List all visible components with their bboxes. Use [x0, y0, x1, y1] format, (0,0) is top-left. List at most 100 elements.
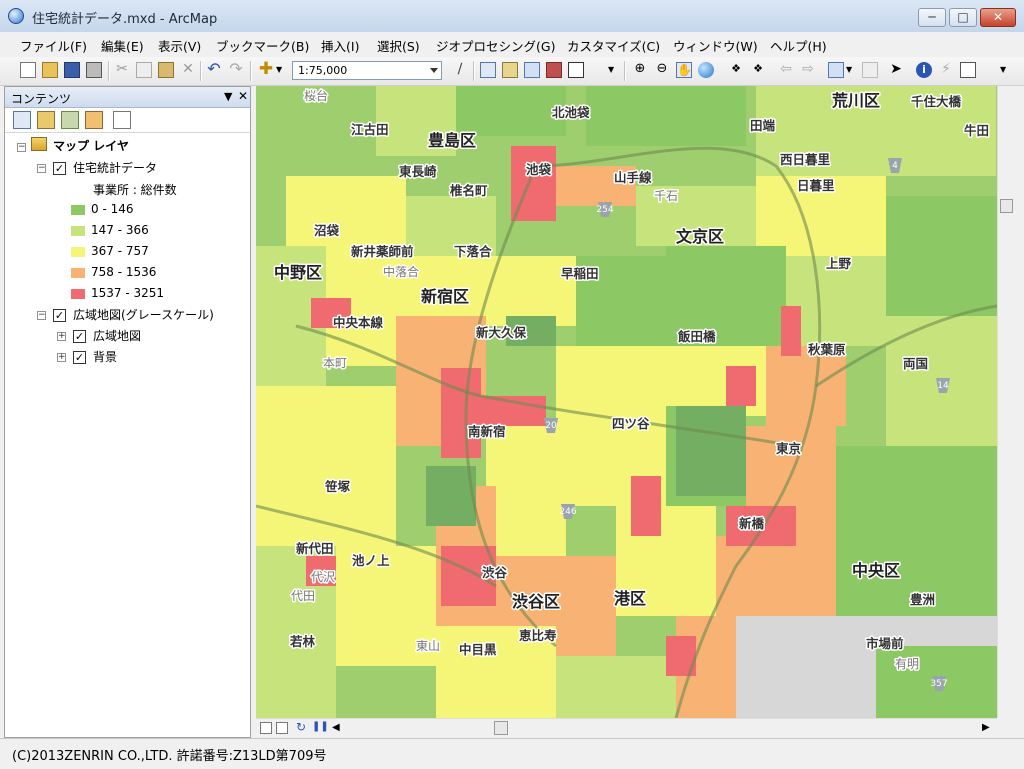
cut-icon[interactable]: ✂ — [114, 62, 130, 78]
arctoolbox-icon[interactable] — [546, 62, 562, 78]
pan-hand-icon[interactable]: ✋ — [676, 62, 692, 78]
station-label: 山手線 — [614, 170, 652, 185]
table-of-contents-icon[interactable] — [480, 62, 496, 78]
map-canvas[interactable]: 254 4 20 14 246 357 豊島区 荒川区 文京区 中野区 新宿区 … — [256, 86, 997, 718]
station-label: 笹塚 — [324, 479, 351, 494]
map-scale-combobox[interactable]: 1:75,000 — [292, 61, 442, 80]
menu-edit[interactable]: 編集(E) — [101, 36, 144, 55]
editor-toolbar-icon[interactable]: ∕ — [452, 62, 468, 78]
housing-stats-checkbox[interactable]: ✓ — [53, 162, 66, 175]
map-horizontal-scrollbar[interactable]: ↻ ❚❚ ◀ ▶ — [256, 718, 997, 737]
wide-area-map-checkbox[interactable]: ✓ — [73, 330, 86, 343]
catalog-icon[interactable] — [502, 62, 518, 78]
maximize-button[interactable]: □ — [949, 8, 977, 27]
save-icon[interactable] — [64, 62, 80, 78]
hyperlink-bolt-icon[interactable]: ⚡ — [938, 62, 954, 78]
menu-selection[interactable]: 選択(S) — [377, 36, 420, 55]
menu-file[interactable]: ファイル(F) — [20, 36, 87, 55]
redo-icon[interactable]: ↷ — [228, 61, 244, 78]
menu-bookmarks[interactable]: ブックマーク(B) — [216, 36, 309, 55]
legend-swatch-1[interactable] — [71, 205, 85, 215]
station-label: 飯田橋 — [677, 329, 716, 344]
add-data-dropdown-icon[interactable]: ▼ — [276, 62, 286, 78]
map-vertical-scrollbar[interactable] — [997, 86, 1015, 718]
menu-window[interactable]: ウィンドウ(W) — [673, 36, 758, 55]
chevron-down-icon[interactable] — [430, 68, 438, 73]
html-popup-icon[interactable] — [960, 62, 976, 78]
station-label: 両国 — [903, 356, 928, 371]
basemap-group-checkbox[interactable]: ✓ — [53, 309, 66, 322]
fixed-zoom-out-icon[interactable]: ❖ — [750, 62, 766, 78]
select-elements-arrow-icon[interactable]: ➤ — [888, 62, 904, 78]
menu-view[interactable]: 表示(V) — [158, 36, 201, 55]
legend-swatch-4[interactable] — [71, 268, 85, 278]
horizontal-scroll-thumb[interactable] — [494, 721, 508, 735]
scroll-right-icon[interactable]: ▶ — [982, 722, 990, 733]
print-icon[interactable] — [86, 62, 102, 78]
vertical-scroll-thumb[interactable] — [1000, 199, 1013, 213]
select-dropdown-icon[interactable]: ▼ — [846, 62, 856, 78]
map-display[interactable]: 254 4 20 14 246 357 豊島区 荒川区 文京区 中野区 新宿区 … — [256, 86, 997, 718]
delete-icon[interactable]: ✕ — [180, 62, 196, 78]
menu-customize[interactable]: カスタマイズ(C) — [567, 36, 660, 55]
expander-wide-area-map[interactable]: + — [57, 332, 66, 341]
close-icon[interactable]: ✕ — [238, 89, 248, 103]
expander-map-layers[interactable]: − — [17, 143, 26, 152]
legend-swatch-3[interactable] — [71, 247, 85, 257]
paste-icon[interactable] — [158, 62, 174, 78]
legend-swatch-5[interactable] — [71, 289, 85, 299]
station-label: 池ノ上 — [352, 553, 390, 568]
basemap-group-label[interactable]: 広域地図(グレースケール) — [73, 306, 214, 323]
route-shield-4: 4 — [892, 161, 898, 171]
list-by-selection-icon[interactable] — [85, 111, 103, 129]
station-label: 若林 — [289, 634, 316, 649]
layout-view-icon[interactable] — [276, 722, 288, 734]
copy-icon[interactable] — [136, 62, 152, 78]
station-label: 下落合 — [454, 244, 492, 259]
select-features-icon[interactable] — [828, 62, 844, 78]
pin-icon[interactable]: ▼ — [224, 90, 232, 103]
station-label: 早稲田 — [561, 266, 599, 281]
new-document-icon[interactable] — [20, 62, 36, 78]
tools-toolbar-options-icon[interactable]: ▼ — [1000, 62, 1010, 78]
identify-info-icon[interactable]: i — [916, 62, 932, 78]
map-layers-label[interactable]: マップ レイヤ — [53, 137, 129, 154]
background-checkbox[interactable]: ✓ — [73, 351, 86, 364]
ward-label-nakano: 中野区 — [274, 263, 322, 282]
search-window-icon[interactable] — [524, 62, 540, 78]
expander-background[interactable]: + — [57, 353, 66, 362]
wide-area-map-label[interactable]: 広域地図 — [93, 327, 141, 344]
list-by-visibility-icon[interactable] — [61, 111, 79, 129]
menu-help[interactable]: ヘルプ(H) — [770, 36, 827, 55]
python-window-icon[interactable] — [568, 62, 584, 78]
fixed-zoom-in-icon[interactable]: ❖ — [728, 62, 744, 78]
refresh-icon[interactable]: ↻ — [296, 720, 306, 734]
zoom-out-icon[interactable]: ⊖ — [654, 62, 670, 78]
housing-stats-layer-label[interactable]: 住宅統計データ — [73, 159, 157, 176]
open-folder-icon[interactable] — [42, 62, 58, 78]
list-by-source-icon[interactable] — [37, 111, 55, 129]
expander-basemap-group[interactable]: − — [37, 311, 46, 320]
back-arrow-icon[interactable]: ⇦ — [778, 62, 794, 78]
background-layer-label[interactable]: 背景 — [93, 348, 117, 365]
legend-class-4: 758 - 1536 — [91, 265, 157, 279]
menu-insert[interactable]: 挿入(I) — [321, 36, 359, 55]
add-data-icon[interactable]: ✚ — [258, 61, 274, 78]
minimize-button[interactable]: ─ — [918, 8, 946, 27]
scroll-left-icon[interactable]: ◀ — [332, 722, 340, 733]
toolbar-options-icon[interactable]: ▼ — [608, 62, 618, 78]
zoom-in-icon[interactable]: ⊕ — [632, 62, 648, 78]
data-view-icon[interactable] — [260, 722, 272, 734]
full-extent-globe-icon[interactable] — [698, 62, 714, 78]
list-by-drawing-order-icon[interactable] — [13, 111, 31, 129]
close-button[interactable]: ✕ — [980, 8, 1016, 27]
toc-options-icon[interactable] — [113, 111, 131, 129]
clear-selection-icon[interactable] — [862, 62, 878, 78]
legend-swatch-2[interactable] — [71, 226, 85, 236]
station-label: 沼袋 — [314, 223, 340, 238]
undo-icon[interactable]: ↶ — [206, 61, 222, 78]
forward-arrow-icon[interactable]: ⇨ — [800, 62, 816, 78]
menu-geoprocessing[interactable]: ジオプロセシング(G) — [436, 36, 555, 55]
pause-drawing-icon[interactable]: ❚❚ — [312, 721, 329, 732]
expander-housing-stats[interactable]: − — [37, 164, 46, 173]
